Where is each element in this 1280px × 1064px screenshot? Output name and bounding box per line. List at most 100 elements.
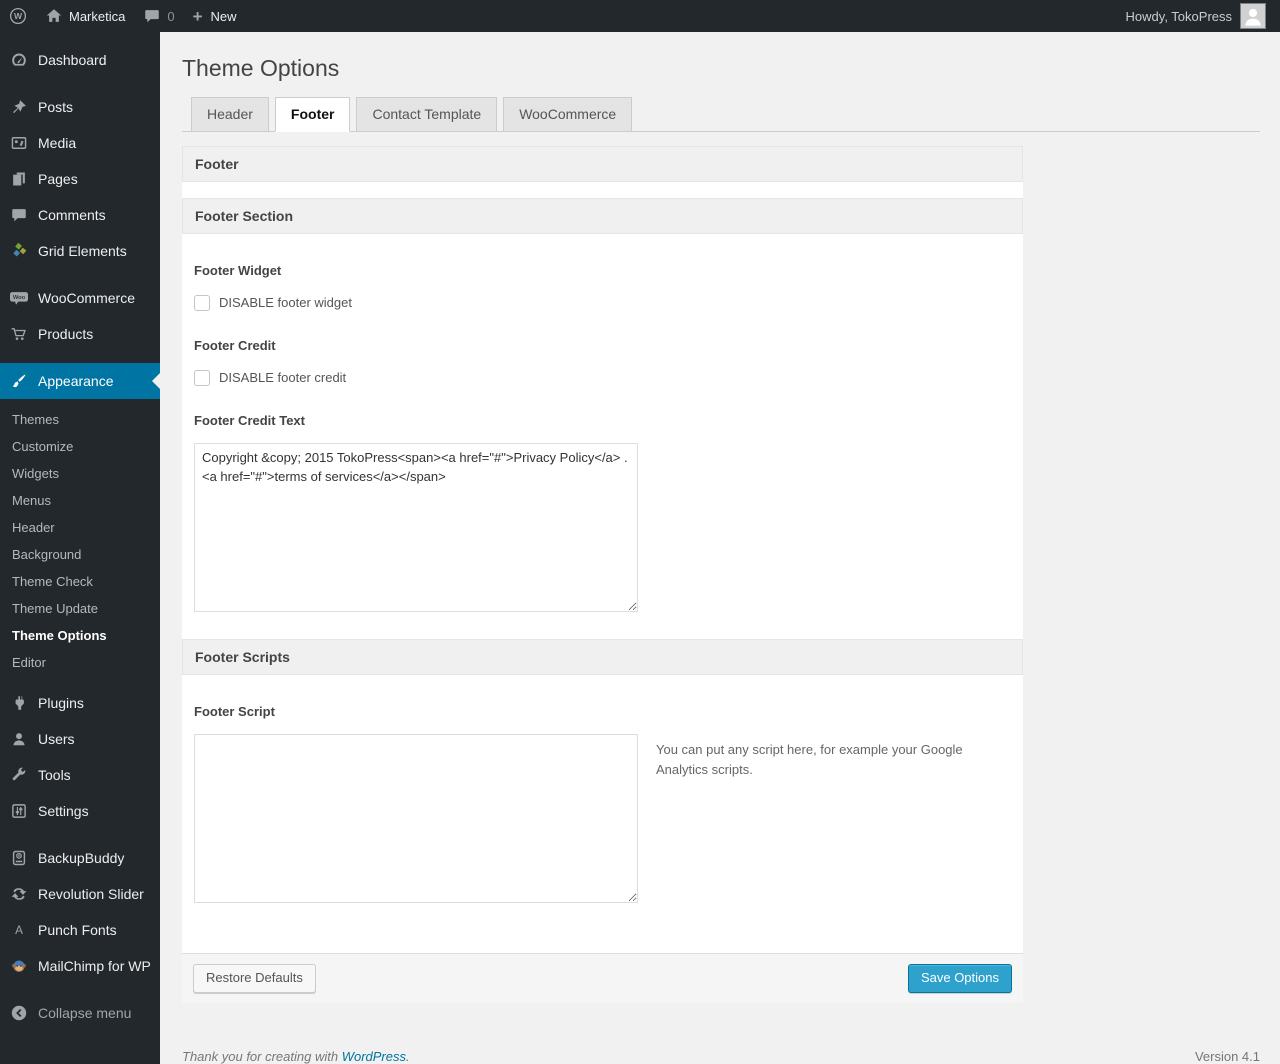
submenu-item-header[interactable]: Header [0, 514, 160, 541]
save-options-button[interactable]: Save Options [907, 963, 1012, 993]
sidebar-label: Products [38, 326, 94, 342]
disable-footer-widget-checkbox[interactable] [194, 294, 210, 311]
sidebar-item-products[interactable]: Products [0, 316, 160, 352]
sidebar-item-comments[interactable]: Comments [0, 197, 160, 233]
menu-separator [0, 269, 160, 280]
footer-credit-checkbox-row: DISABLE footer credit [194, 369, 1011, 386]
sidebar-item-revolution-slider[interactable]: Revolution Slider [0, 876, 160, 912]
plus-icon: + [192, 6, 203, 26]
footer-script-textarea[interactable] [194, 733, 638, 903]
main-content: Theme Options Header Footer Contact Temp… [160, 0, 1280, 1064]
refresh-arrows-icon [9, 884, 29, 904]
submenu-item-theme-update[interactable]: Theme Update [0, 595, 160, 622]
backup-drive-icon [9, 848, 29, 868]
restore-defaults-button[interactable]: Restore Defaults [193, 963, 316, 993]
pushpin-icon [9, 97, 29, 117]
wrench-icon [9, 765, 29, 785]
footer-widget-label: Footer Widget [194, 262, 282, 278]
tab-header[interactable]: Header [191, 96, 269, 132]
sidebar-item-settings[interactable]: Settings [0, 793, 160, 829]
admin-sidebar: Dashboard Posts Media Pages Comments Gri… [0, 32, 160, 1064]
checkbox-label: DISABLE footer widget [219, 295, 352, 311]
sidebar-item-backupbuddy[interactable]: BackupBuddy [0, 840, 160, 876]
footer-widget-checkbox-row: DISABLE footer widget [194, 294, 1011, 311]
menu-separator [0, 984, 160, 995]
paintbrush-icon [9, 371, 29, 391]
thanks-prefix: Thank you for creating with [182, 1048, 342, 1064]
collapse-arrow-icon [9, 1003, 29, 1023]
sidebar-label: Collapse menu [38, 1005, 132, 1021]
sidebar-item-dashboard[interactable]: Dashboard [0, 42, 160, 78]
sidebar-label: Appearance [38, 373, 114, 389]
tab-footer[interactable]: Footer [274, 96, 351, 132]
menu-separator [0, 78, 160, 89]
woocommerce-badge-icon: Woo [9, 288, 29, 308]
menu-separator [0, 352, 160, 363]
submenu-item-menus[interactable]: Menus [0, 487, 160, 514]
tab-contact-template[interactable]: Contact Template [356, 96, 498, 132]
version-label: Version 4.1 [1194, 1048, 1260, 1064]
sidebar-item-appearance[interactable]: Appearance [0, 363, 160, 399]
howdy-label: Howdy, TokoPress [1125, 8, 1232, 24]
dashboard-icon [9, 50, 29, 70]
pages-icon [9, 169, 29, 189]
comment-bubble-icon [145, 10, 160, 23]
new-content-menu[interactable]: + New [184, 0, 246, 32]
sidebar-label: Grid Elements [38, 243, 127, 259]
sidebar-item-media[interactable]: Media [0, 125, 160, 161]
disable-footer-credit-checkbox[interactable] [194, 369, 210, 386]
submenu-item-theme-check[interactable]: Theme Check [0, 568, 160, 595]
admin-bar-account[interactable]: Howdy, TokoPress [1126, 3, 1280, 29]
sidebar-item-mailchimp[interactable]: MailChimp for WP [0, 948, 160, 984]
submenu-item-customize[interactable]: Customize [0, 433, 160, 460]
tab-woocommerce[interactable]: WooCommerce [503, 96, 633, 132]
grid-elements-icon [9, 241, 29, 261]
sidebar-label: Pages [38, 171, 78, 187]
theme-options-panel: Footer Footer Section Footer Widget DISA… [182, 145, 1023, 1003]
sidebar-item-tools[interactable]: Tools [0, 757, 160, 793]
panel-footer: Restore Defaults Save Options [182, 952, 1023, 1003]
mailchimp-monkey-icon [9, 956, 29, 976]
sidebar-item-posts[interactable]: Posts [0, 89, 160, 125]
sidebar-item-punch-fonts[interactable]: A Punch Fonts [0, 912, 160, 948]
panel-header: Footer [182, 145, 1023, 182]
svg-text:Woo: Woo [13, 295, 26, 301]
footer-credit-text-label: Footer Credit Text [194, 412, 305, 428]
section-header-footer-scripts: Footer Scripts [182, 638, 1023, 675]
collapse-menu-button[interactable]: Collapse menu [0, 995, 160, 1031]
sidebar-item-plugins[interactable]: Plugins [0, 685, 160, 721]
sidebar-item-users[interactable]: Users [0, 721, 160, 757]
appearance-submenu: Themes Customize Widgets Menus Header Ba… [0, 399, 160, 685]
sidebar-label: Punch Fonts [38, 922, 117, 938]
submenu-item-editor[interactable]: Editor [0, 649, 160, 676]
settings-sliders-icon [9, 801, 29, 821]
wordpress-logo-icon: W [9, 7, 27, 25]
cart-icon [9, 324, 29, 344]
submenu-item-background[interactable]: Background [0, 541, 160, 568]
sidebar-item-grid-elements[interactable]: Grid Elements [0, 233, 160, 269]
wordpress-logo-menu[interactable]: W [0, 0, 36, 32]
footer-credit-label: Footer Credit [194, 337, 276, 353]
media-icon [9, 133, 29, 153]
svg-text:A: A [15, 924, 23, 937]
comments-menu[interactable]: 0 [134, 0, 183, 32]
submenu-item-themes[interactable]: Themes [0, 406, 160, 433]
letter-a-icon: A [9, 920, 29, 940]
checkbox-label: DISABLE footer credit [219, 370, 347, 386]
sidebar-label: Media [38, 135, 77, 151]
sidebar-item-woocommerce[interactable]: Woo WooCommerce [0, 280, 160, 316]
sidebar-label: Plugins [38, 695, 84, 711]
sidebar-item-pages[interactable]: Pages [0, 161, 160, 197]
footer-credit-text-textarea[interactable]: Copyright &copy; 2015 TokoPress<span><a … [194, 442, 638, 612]
submenu-item-widgets[interactable]: Widgets [0, 460, 160, 487]
site-name-menu[interactable]: Marketica [36, 0, 134, 32]
plug-icon [9, 693, 29, 713]
thanks-period: . [406, 1048, 410, 1064]
sidebar-label: Tools [38, 767, 71, 783]
comments-icon [9, 205, 29, 225]
avatar-person-icon [1245, 8, 1261, 26]
wordpress-link[interactable]: WordPress [342, 1049, 406, 1064]
sidebar-label: Dashboard [38, 52, 107, 68]
submenu-item-theme-options[interactable]: Theme Options [0, 622, 160, 649]
